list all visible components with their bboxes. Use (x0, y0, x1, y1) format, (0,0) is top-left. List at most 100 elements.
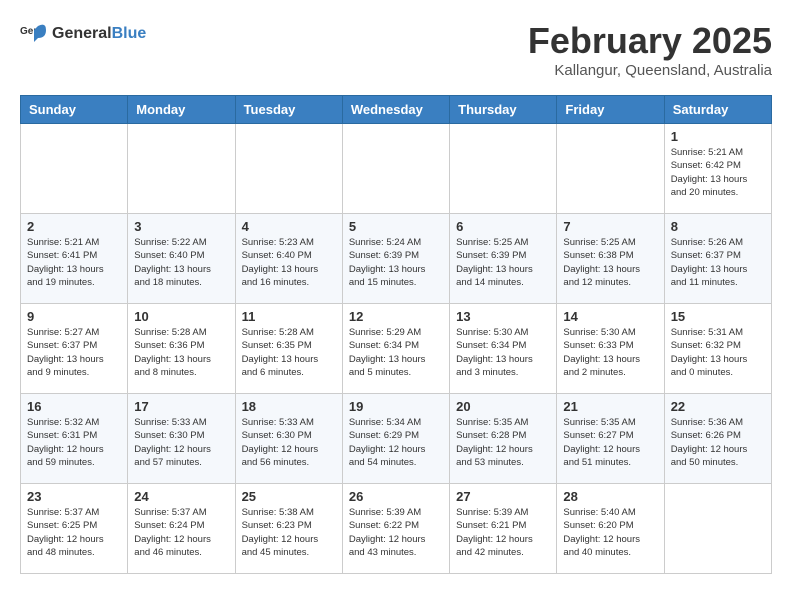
weekday-header-row: SundayMondayTuesdayWednesdayThursdayFrid… (21, 96, 772, 124)
day-info: Sunrise: 5:32 AM Sunset: 6:31 PM Dayligh… (27, 416, 121, 469)
day-number: 6 (456, 219, 550, 234)
day-number: 23 (27, 489, 121, 504)
day-number: 20 (456, 399, 550, 414)
calendar-subtitle: Kallangur, Queensland, Australia (528, 62, 772, 79)
weekday-header-friday: Friday (557, 96, 664, 124)
calendar-cell: 15 Sunrise: 5:31 AM Sunset: 6:32 PM Dayli… (664, 304, 771, 394)
day-info: Sunrise: 5:29 AM Sunset: 6:34 PM Dayligh… (349, 326, 443, 379)
calendar-cell: 7 Sunrise: 5:25 AM Sunset: 6:38 PM Daylig… (557, 214, 664, 304)
day-number: 18 (242, 399, 336, 414)
calendar-cell: 21 Sunrise: 5:35 AM Sunset: 6:27 PM Dayli… (557, 394, 664, 484)
weekday-header-thursday: Thursday (450, 96, 557, 124)
calendar-cell (128, 124, 235, 214)
day-number: 7 (563, 219, 657, 234)
day-info: Sunrise: 5:30 AM Sunset: 6:34 PM Dayligh… (456, 326, 550, 379)
day-info: Sunrise: 5:28 AM Sunset: 6:35 PM Dayligh… (242, 326, 336, 379)
day-info: Sunrise: 5:31 AM Sunset: 6:32 PM Dayligh… (671, 326, 765, 379)
calendar-cell: 26 Sunrise: 5:39 AM Sunset: 6:22 PM Dayli… (342, 484, 449, 574)
day-number: 3 (134, 219, 228, 234)
day-number: 4 (242, 219, 336, 234)
calendar-cell (235, 124, 342, 214)
week-row-2: 2 Sunrise: 5:21 AM Sunset: 6:41 PM Daylig… (21, 214, 772, 304)
day-info: Sunrise: 5:21 AM Sunset: 6:41 PM Dayligh… (27, 236, 121, 289)
day-info: Sunrise: 5:39 AM Sunset: 6:22 PM Dayligh… (349, 506, 443, 559)
page-header: Gen GeneralBlue February 2025 Kallangur,… (20, 20, 772, 79)
day-number: 27 (456, 489, 550, 504)
calendar-table: SundayMondayTuesdayWednesdayThursdayFrid… (20, 95, 772, 574)
calendar-cell: 14 Sunrise: 5:30 AM Sunset: 6:33 PM Dayli… (557, 304, 664, 394)
day-number: 11 (242, 309, 336, 324)
weekday-header-tuesday: Tuesday (235, 96, 342, 124)
calendar-cell: 18 Sunrise: 5:33 AM Sunset: 6:30 PM Dayli… (235, 394, 342, 484)
calendar-title: February 2025 (528, 20, 772, 62)
calendar-cell: 28 Sunrise: 5:40 AM Sunset: 6:20 PM Dayli… (557, 484, 664, 574)
calendar-cell: 22Sunrise: 5:36 AM Sunset: 6:26 PM Dayli… (664, 394, 771, 484)
day-number: 14 (563, 309, 657, 324)
calendar-cell (450, 124, 557, 214)
calendar-cell: 6 Sunrise: 5:25 AM Sunset: 6:39 PM Daylig… (450, 214, 557, 304)
day-info: Sunrise: 5:37 AM Sunset: 6:24 PM Dayligh… (134, 506, 228, 559)
calendar-cell: 12 Sunrise: 5:29 AM Sunset: 6:34 PM Dayli… (342, 304, 449, 394)
day-number: 25 (242, 489, 336, 504)
day-number: 16 (27, 399, 121, 414)
day-number: 1 (671, 129, 765, 144)
day-info: Sunrise: 5:22 AM Sunset: 6:40 PM Dayligh… (134, 236, 228, 289)
day-info: Sunrise: 5:30 AM Sunset: 6:33 PM Dayligh… (563, 326, 657, 379)
calendar-cell (557, 124, 664, 214)
day-number: 2 (27, 219, 121, 234)
calendar-cell: 2 Sunrise: 5:21 AM Sunset: 6:41 PM Daylig… (21, 214, 128, 304)
day-info: Sunrise: 5:37 AM Sunset: 6:25 PM Dayligh… (27, 506, 121, 559)
day-info: Sunrise: 5:35 AM Sunset: 6:28 PM Dayligh… (456, 416, 550, 469)
day-info: Sunrise: 5:40 AM Sunset: 6:20 PM Dayligh… (563, 506, 657, 559)
week-row-3: 9 Sunrise: 5:27 AM Sunset: 6:37 PM Daylig… (21, 304, 772, 394)
calendar-cell: 23 Sunrise: 5:37 AM Sunset: 6:25 PM Dayli… (21, 484, 128, 574)
calendar-cell (664, 484, 771, 574)
calendar-cell: 25 Sunrise: 5:38 AM Sunset: 6:23 PM Dayli… (235, 484, 342, 574)
day-info: Sunrise: 5:23 AM Sunset: 6:40 PM Dayligh… (242, 236, 336, 289)
day-number: 12 (349, 309, 443, 324)
title-area: February 2025 Kallangur, Queensland, Aus… (528, 20, 772, 79)
day-number: 9 (27, 309, 121, 324)
logo: Gen GeneralBlue (20, 20, 146, 48)
weekday-header-wednesday: Wednesday (342, 96, 449, 124)
week-row-4: 16 Sunrise: 5:32 AM Sunset: 6:31 PM Dayli… (21, 394, 772, 484)
calendar-cell: 24 Sunrise: 5:37 AM Sunset: 6:24 PM Dayli… (128, 484, 235, 574)
day-info: Sunrise: 5:25 AM Sunset: 6:38 PM Dayligh… (563, 236, 657, 289)
calendar-cell: 10Sunrise: 5:28 AM Sunset: 6:36 PM Dayli… (128, 304, 235, 394)
day-info: Sunrise: 5:33 AM Sunset: 6:30 PM Dayligh… (134, 416, 228, 469)
day-number: 24 (134, 489, 228, 504)
day-number: 26 (349, 489, 443, 504)
weekday-header-sunday: Sunday (21, 96, 128, 124)
calendar-cell (342, 124, 449, 214)
day-info: Sunrise: 5:39 AM Sunset: 6:21 PM Dayligh… (456, 506, 550, 559)
day-info: Sunrise: 5:26 AM Sunset: 6:37 PM Dayligh… (671, 236, 765, 289)
calendar-cell: 19 Sunrise: 5:34 AM Sunset: 6:29 PM Dayli… (342, 394, 449, 484)
day-number: 15 (671, 309, 765, 324)
day-info: Sunrise: 5:24 AM Sunset: 6:39 PM Dayligh… (349, 236, 443, 289)
calendar-cell: 5Sunrise: 5:24 AM Sunset: 6:39 PM Daylig… (342, 214, 449, 304)
calendar-cell: 4 Sunrise: 5:23 AM Sunset: 6:40 PM Daylig… (235, 214, 342, 304)
weekday-header-saturday: Saturday (664, 96, 771, 124)
day-number: 19 (349, 399, 443, 414)
day-number: 13 (456, 309, 550, 324)
day-info: Sunrise: 5:27 AM Sunset: 6:37 PM Dayligh… (27, 326, 121, 379)
logo-icon: Gen (20, 20, 48, 48)
day-number: 22 (671, 399, 765, 414)
calendar-cell: 17Sunrise: 5:33 AM Sunset: 6:30 PM Dayli… (128, 394, 235, 484)
week-row-1: 1Sunrise: 5:21 AM Sunset: 6:42 PM Daylig… (21, 124, 772, 214)
calendar-cell: 16 Sunrise: 5:32 AM Sunset: 6:31 PM Dayli… (21, 394, 128, 484)
calendar-cell: 1Sunrise: 5:21 AM Sunset: 6:42 PM Daylig… (664, 124, 771, 214)
calendar-cell: 11 Sunrise: 5:28 AM Sunset: 6:35 PM Dayli… (235, 304, 342, 394)
calendar-cell: 8Sunrise: 5:26 AM Sunset: 6:37 PM Daylig… (664, 214, 771, 304)
day-info: Sunrise: 5:33 AM Sunset: 6:30 PM Dayligh… (242, 416, 336, 469)
calendar-cell (21, 124, 128, 214)
day-number: 28 (563, 489, 657, 504)
calendar-cell: 20 Sunrise: 5:35 AM Sunset: 6:28 PM Dayli… (450, 394, 557, 484)
day-number: 21 (563, 399, 657, 414)
day-info: Sunrise: 5:34 AM Sunset: 6:29 PM Dayligh… (349, 416, 443, 469)
day-info: Sunrise: 5:38 AM Sunset: 6:23 PM Dayligh… (242, 506, 336, 559)
calendar-cell: 3 Sunrise: 5:22 AM Sunset: 6:40 PM Daylig… (128, 214, 235, 304)
day-info: Sunrise: 5:25 AM Sunset: 6:39 PM Dayligh… (456, 236, 550, 289)
day-info: Sunrise: 5:35 AM Sunset: 6:27 PM Dayligh… (563, 416, 657, 469)
logo-text: GeneralBlue (52, 25, 146, 43)
